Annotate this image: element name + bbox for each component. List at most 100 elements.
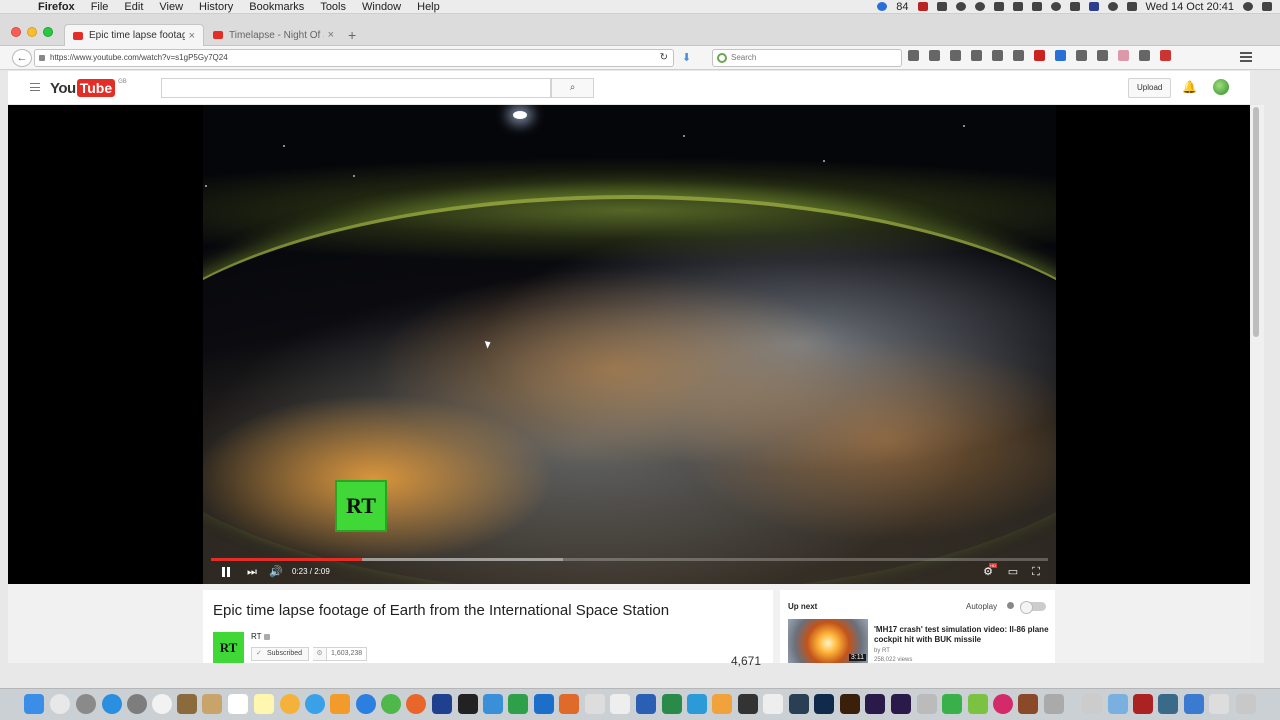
adblock-icon[interactable]	[1034, 50, 1045, 61]
recommended-title[interactable]: 'MH17 crash' test simulation video: Il-8…	[874, 625, 1049, 645]
downloads-stack-icon[interactable]	[1209, 694, 1229, 714]
youtube-logo[interactable]: You Tube GB	[50, 79, 127, 97]
maps-icon[interactable]	[687, 694, 707, 714]
documents-folder-icon[interactable]	[1082, 694, 1102, 714]
search-engine-icon[interactable]	[717, 53, 727, 63]
clipboard-icon[interactable]	[936, 2, 947, 11]
subscribed-button[interactable]: Subscribed	[251, 647, 310, 661]
flag-icon[interactable]	[1088, 2, 1099, 11]
theater-icon[interactable]: ▭	[1006, 565, 1020, 579]
volume-menu-icon[interactable]	[1069, 2, 1080, 11]
screen-icon[interactable]	[1012, 2, 1023, 11]
maximize-window-button[interactable]	[43, 27, 53, 37]
tools-icon[interactable]	[1018, 694, 1038, 714]
home-icon[interactable]	[992, 50, 1003, 61]
channel-avatar[interactable]: RT	[213, 632, 244, 663]
eyedropper-icon[interactable]	[1139, 50, 1150, 61]
new-tab-button[interactable]: +	[348, 27, 356, 43]
evernote-icon[interactable]	[508, 694, 528, 714]
wifi-icon[interactable]	[1107, 2, 1118, 11]
sketch-icon[interactable]	[712, 694, 732, 714]
screen-capture-icon[interactable]	[1158, 694, 1178, 714]
photos-icon[interactable]	[280, 694, 300, 714]
tab-inactive[interactable]: Timelapse - Night Of SEOU... ×	[205, 24, 342, 46]
reading-list-icon[interactable]	[929, 50, 940, 61]
channel-name[interactable]: RT	[251, 632, 262, 641]
spotlight-icon[interactable]	[1243, 2, 1253, 11]
premiere-icon[interactable]	[891, 694, 911, 714]
browser-menu-icon[interactable]	[1240, 52, 1252, 62]
extension-icon[interactable]	[1055, 50, 1066, 61]
video-frame[interactable]: RT	[203, 105, 1056, 584]
minimize-window-button[interactable]	[27, 27, 37, 37]
capture-icon[interactable]	[432, 694, 452, 714]
calendar-icon[interactable]	[228, 694, 248, 714]
info-icon[interactable]	[955, 2, 966, 11]
lock-icon[interactable]	[39, 55, 45, 61]
utility-icon[interactable]	[1044, 694, 1064, 714]
pen-tool-icon[interactable]	[763, 694, 783, 714]
extension-face-icon[interactable]	[1118, 50, 1129, 61]
ibooks-icon[interactable]	[330, 694, 350, 714]
fullscreen-icon[interactable]: ⛶	[1029, 565, 1043, 579]
android-icon[interactable]	[968, 694, 988, 714]
pages-icon[interactable]	[610, 694, 630, 714]
menu-file[interactable]: File	[83, 0, 117, 14]
volume-icon[interactable]: 🔊	[269, 565, 283, 579]
xcode-icon[interactable]	[483, 694, 503, 714]
search-button[interactable]: ⌕	[551, 78, 594, 98]
download-helper-icon[interactable]	[1076, 50, 1087, 61]
pause-icon[interactable]	[219, 565, 233, 579]
close-window-button[interactable]	[11, 27, 21, 37]
downloads-icon[interactable]	[971, 50, 982, 61]
recommended-thumbnail[interactable]: 3:11	[788, 619, 868, 663]
menu-firefox[interactable]: Firefox	[30, 0, 83, 14]
guide-menu-icon[interactable]	[30, 83, 40, 91]
menu-help[interactable]: Help	[409, 0, 448, 14]
game-center-icon[interactable]	[942, 694, 962, 714]
next-icon[interactable]: ⏭	[245, 565, 259, 579]
reload-icon[interactable]: ↻	[660, 50, 668, 66]
menu-edit[interactable]: Edit	[116, 0, 151, 14]
window-app-icon[interactable]	[534, 694, 554, 714]
sublime-icon[interactable]	[559, 694, 579, 714]
menu-tools[interactable]: Tools	[312, 0, 354, 14]
contacts-icon[interactable]	[202, 694, 222, 714]
extension-tools-icon[interactable]	[1097, 50, 1108, 61]
download-arrow-icon[interactable]: ⬇	[682, 51, 691, 64]
terminal-icon[interactable]	[458, 694, 478, 714]
safari-icon[interactable]	[356, 694, 376, 714]
photoshop-icon[interactable]	[814, 694, 834, 714]
avatar[interactable]	[1213, 79, 1229, 95]
trash-icon[interactable]	[1236, 694, 1256, 714]
video-player[interactable]: RT ⏭ 🔊 0:23 / 2:09 ⚙ HD ▭ ⛶	[8, 105, 1250, 584]
pocket-icon[interactable]	[950, 50, 961, 61]
excel-icon[interactable]	[662, 694, 682, 714]
battery-icon[interactable]	[1126, 2, 1137, 11]
bookmark-star-icon[interactable]	[908, 50, 919, 61]
cloud-icon[interactable]	[974, 2, 985, 11]
lastpass-icon[interactable]	[1160, 50, 1171, 61]
menu-history[interactable]: History	[191, 0, 241, 14]
dropbox-icon[interactable]	[993, 2, 1004, 11]
subscription-settings-icon[interactable]: ⚙	[313, 647, 327, 661]
url-bar[interactable]: https://www.youtube.com/watch?v=s1gP5Gy7…	[34, 49, 674, 67]
bell-icon[interactable]: 🔔	[1182, 80, 1197, 94]
folder-icon[interactable]	[1108, 694, 1128, 714]
messages-icon[interactable]	[305, 694, 325, 714]
package-icon[interactable]	[917, 694, 937, 714]
finder-window-icon[interactable]	[1184, 694, 1204, 714]
back-button[interactable]: ←	[12, 49, 32, 67]
menu-clock[interactable]: Wed 14 Oct 20:41	[1146, 1, 1234, 13]
itunes-icon[interactable]	[152, 694, 172, 714]
app-store-icon[interactable]	[102, 694, 122, 714]
notification-center-icon[interactable]	[1262, 2, 1272, 11]
close-tab-icon[interactable]: ×	[189, 30, 195, 42]
vectorize-icon[interactable]	[738, 694, 758, 714]
autoplay-info-icon[interactable]	[1007, 602, 1014, 609]
youtube-search-input[interactable]	[161, 78, 551, 98]
archive-utility-icon[interactable]	[177, 694, 197, 714]
tab-active[interactable]: Epic time lapse footage of ... ×	[64, 24, 204, 46]
chat-icon[interactable]	[1013, 50, 1024, 61]
menu-bookmarks[interactable]: Bookmarks	[241, 0, 312, 14]
